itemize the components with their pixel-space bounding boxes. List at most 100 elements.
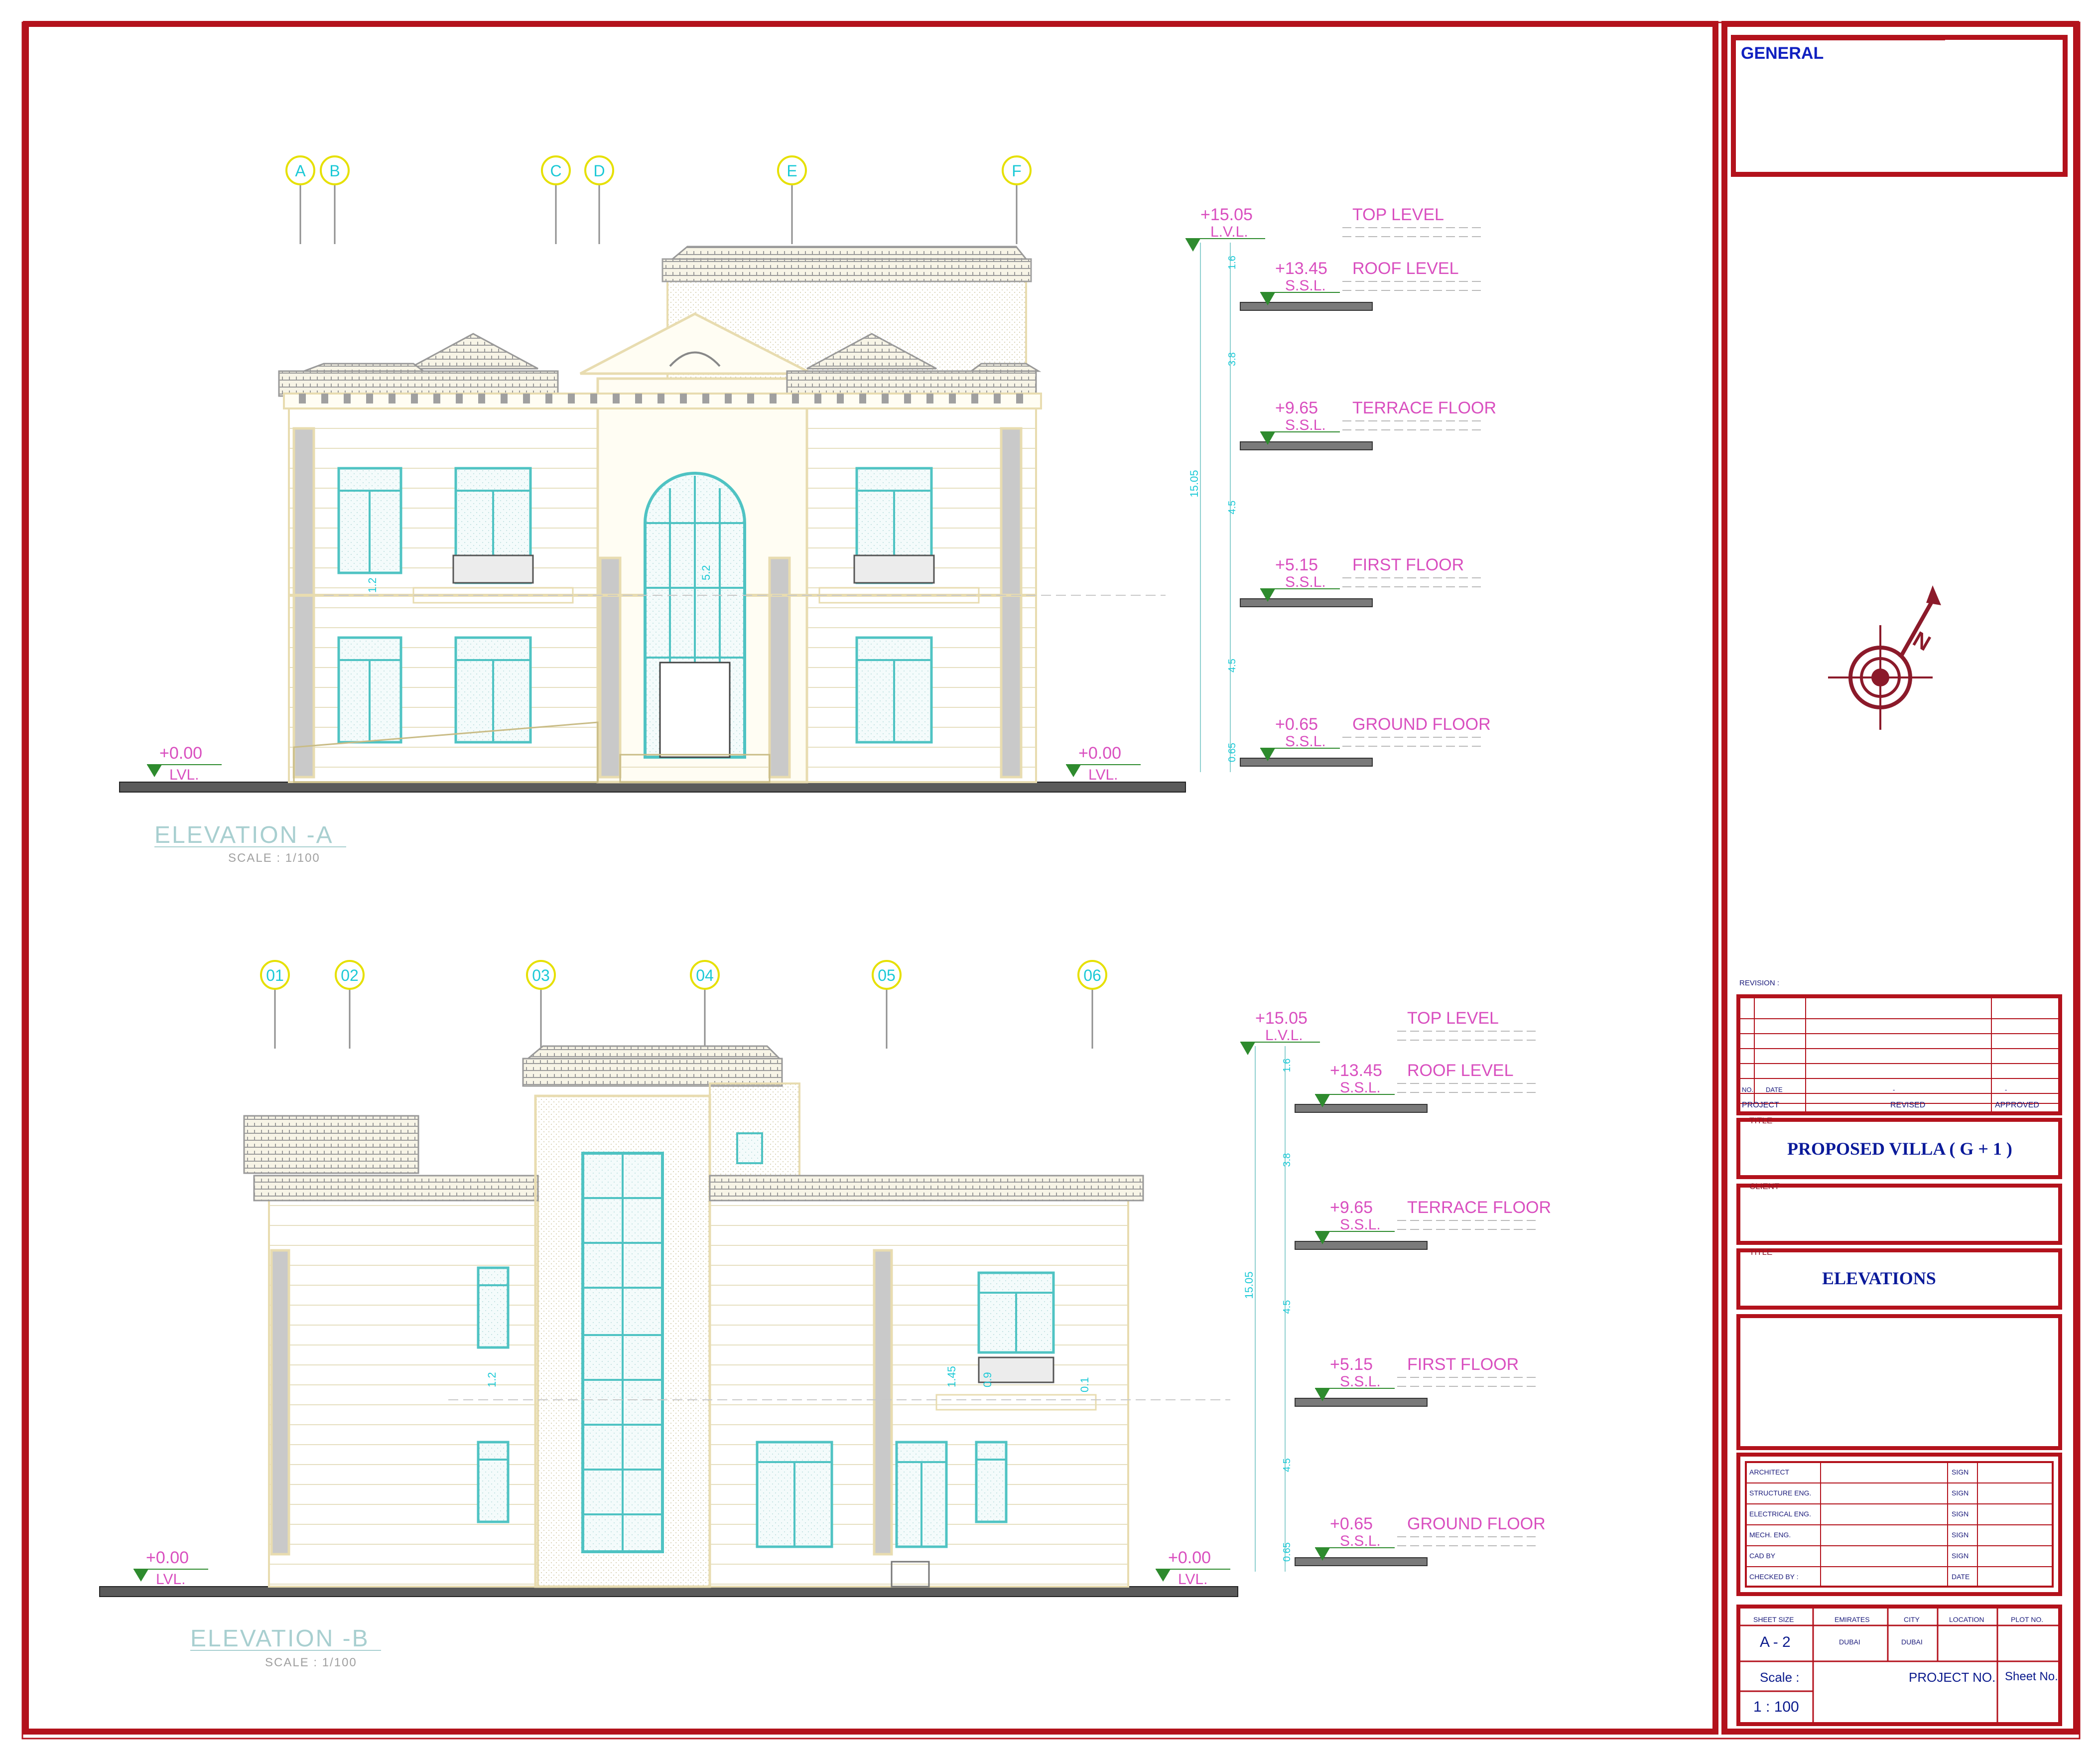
sign-row-field: SIGN bbox=[1952, 1489, 1969, 1497]
level-value: +15.05 bbox=[1255, 1009, 1308, 1028]
grid-label: 04 bbox=[696, 966, 714, 984]
level-name: TOP LEVEL bbox=[1407, 1009, 1499, 1028]
grid-label: A bbox=[295, 162, 306, 180]
level-value: +9.65 bbox=[1330, 1198, 1373, 1217]
grid-label: 05 bbox=[878, 966, 896, 984]
level-tag: S.S.L. bbox=[1285, 733, 1326, 750]
dimension-label: 3.8 bbox=[1227, 352, 1238, 366]
level-value: +5.15 bbox=[1275, 555, 1318, 574]
sheet-size-label: SHEET SIZE bbox=[1753, 1615, 1794, 1623]
sign-row-field: SIGN bbox=[1952, 1531, 1969, 1539]
sheet-title: ELEVATIONS bbox=[1822, 1268, 1936, 1288]
level-tag: S.S.L. bbox=[1340, 1216, 1381, 1233]
level-tag: S.S.L. bbox=[1340, 1079, 1381, 1096]
level-name: TOP LEVEL bbox=[1352, 205, 1444, 224]
grid-label: F bbox=[1012, 162, 1022, 180]
level-marker-icon bbox=[147, 765, 162, 777]
dimension-label: 1.6 bbox=[1282, 1059, 1293, 1073]
dimension-label: 4.5 bbox=[1227, 501, 1238, 515]
north-arrow-icon: N bbox=[1828, 585, 1941, 730]
ground-line-a bbox=[119, 782, 1186, 793]
sign-row-role: ELECTRICAL ENG. bbox=[1749, 1510, 1811, 1518]
revision-label: REVISION : bbox=[1739, 979, 1780, 987]
grid-label: 03 bbox=[532, 966, 550, 984]
level-name: GROUND FLOOR bbox=[1352, 715, 1491, 734]
level-marker-icon bbox=[1185, 239, 1200, 252]
project-name: PROPOSED VILLA ( G + 1 ) bbox=[1787, 1139, 2012, 1159]
grid-label: C bbox=[550, 162, 561, 180]
level-value: +13.45 bbox=[1275, 259, 1327, 278]
revised-header: REVISED bbox=[1890, 1101, 1926, 1109]
sign-row-role: CHECKED BY : bbox=[1749, 1573, 1799, 1581]
elevation-a-title: ELEVATION -A bbox=[154, 822, 334, 848]
sign-row-field: SIGN bbox=[1952, 1468, 1969, 1476]
dimension-label: 1.45 bbox=[945, 1366, 958, 1387]
ground-line-b bbox=[99, 1586, 1238, 1597]
level-name: FIRST FLOOR bbox=[1407, 1355, 1519, 1374]
level-marker-icon bbox=[1066, 765, 1081, 777]
rev-no-header: NO. bbox=[1742, 1086, 1754, 1093]
grid-label: 06 bbox=[1083, 966, 1101, 984]
base-level-tag: LVL. bbox=[156, 1571, 186, 1588]
grid-label: 01 bbox=[266, 966, 284, 984]
elevation-a-scale: SCALE : 1/100 bbox=[228, 851, 320, 865]
level-marker-icon bbox=[133, 1569, 148, 1582]
sign-row-role: MECH. ENG. bbox=[1749, 1531, 1791, 1539]
drawing-sheet: ABCDEF +0.00LVL.+0.00LVL. +15.05L.V.L.TO… bbox=[21, 21, 2081, 1740]
level-tag: S.S.L. bbox=[1285, 574, 1326, 590]
dimension-label: 3.8 bbox=[1282, 1153, 1293, 1167]
level-tag: L.V.L. bbox=[1210, 224, 1248, 240]
level-tag: S.S.L. bbox=[1340, 1533, 1381, 1549]
base-level-value: +0.00 bbox=[1078, 744, 1121, 763]
emirates-label: EMIRATES bbox=[1835, 1615, 1870, 1623]
title-label-2: TITLE bbox=[1749, 1247, 1773, 1257]
project-no-label: PROJECT NO. bbox=[1909, 1670, 1996, 1685]
base-level-tag: LVL. bbox=[1088, 767, 1118, 783]
rev-dash-1: - bbox=[1893, 1086, 1895, 1093]
rev-dash-2: - bbox=[2005, 1086, 2007, 1093]
level-name: ROOF LEVEL bbox=[1407, 1061, 1514, 1080]
dimension-label: 0.9 bbox=[981, 1372, 994, 1387]
level-value: +9.65 bbox=[1275, 399, 1318, 417]
total-height-label: 15.05 bbox=[1188, 470, 1200, 497]
grid-bubbles-b: 01 02 03 04 05 06 bbox=[260, 960, 1107, 1049]
dimension-label: 0.1 bbox=[1078, 1377, 1091, 1392]
total-height-label: 15.05 bbox=[1243, 1271, 1255, 1299]
sign-row-field: SIGN bbox=[1952, 1510, 1969, 1518]
base-level-value: +0.00 bbox=[1168, 1548, 1211, 1567]
dimension-label: 5.2 bbox=[700, 565, 712, 580]
elevation-b-title: ELEVATION -B bbox=[190, 1625, 370, 1652]
base-level-value: +0.00 bbox=[146, 1548, 189, 1567]
level-tag: S.S.L. bbox=[1285, 277, 1326, 294]
sheet-no-label: Sheet No. bbox=[2005, 1670, 2058, 1683]
location-label: LOCATION bbox=[1949, 1615, 1984, 1623]
grid-label: D bbox=[593, 162, 605, 180]
level-value: +15.05 bbox=[1200, 205, 1253, 224]
grid-bubbles-a: A B C D E F bbox=[285, 155, 1032, 244]
level-marker-icon bbox=[1156, 1569, 1171, 1582]
grid-label: B bbox=[329, 162, 340, 180]
level-value: +0.65 bbox=[1330, 1514, 1373, 1533]
svg-text:N: N bbox=[1909, 627, 1935, 656]
level-marker-icon bbox=[1240, 1042, 1255, 1055]
elevation-b-scale: SCALE : 1/100 bbox=[265, 1656, 357, 1669]
sheet-size: A - 2 bbox=[1760, 1634, 1791, 1650]
level-name: TERRACE FLOOR bbox=[1407, 1198, 1551, 1217]
dimension-label: 1.2 bbox=[486, 1372, 498, 1387]
level-tag: L.V.L. bbox=[1265, 1027, 1303, 1044]
level-value: +5.15 bbox=[1330, 1355, 1373, 1374]
grid-label: 02 bbox=[341, 966, 359, 984]
level-name: ROOF LEVEL bbox=[1352, 259, 1459, 278]
sign-row-role: CAD BY bbox=[1749, 1552, 1776, 1560]
sign-row-role: ARCHITECT bbox=[1749, 1468, 1790, 1476]
level-name: GROUND FLOOR bbox=[1407, 1514, 1546, 1533]
level-tag: S.S.L. bbox=[1285, 417, 1326, 433]
general-label: GENERAL bbox=[1741, 44, 1824, 63]
elevation-a: ABCDEF +0.00LVL.+0.00LVL. +15.05L.V.L.TO… bbox=[119, 155, 1496, 865]
dimension-label: 0.65 bbox=[1282, 1542, 1293, 1562]
rev-date-header: DATE bbox=[1766, 1086, 1783, 1093]
level-value: +13.45 bbox=[1330, 1061, 1382, 1080]
base-level-value: +0.00 bbox=[159, 744, 202, 763]
level-tag: S.S.L. bbox=[1340, 1373, 1381, 1390]
sign-row-role: STRUCTURE ENG. bbox=[1749, 1489, 1812, 1497]
